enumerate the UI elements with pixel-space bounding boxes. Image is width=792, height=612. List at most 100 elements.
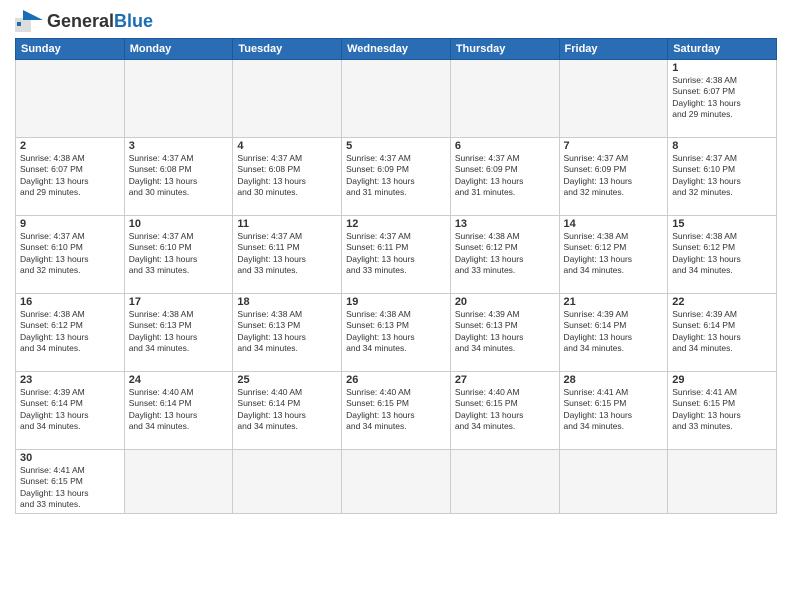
calendar-cell: 21Sunrise: 4:39 AMSunset: 6:14 PMDayligh…	[559, 294, 668, 372]
calendar-cell: 11Sunrise: 4:37 AMSunset: 6:11 PMDayligh…	[233, 216, 342, 294]
calendar-cell: 17Sunrise: 4:38 AMSunset: 6:13 PMDayligh…	[124, 294, 233, 372]
day-info: Sunrise: 4:37 AMSunset: 6:11 PMDaylight:…	[346, 231, 446, 277]
day-info: Sunrise: 4:37 AMSunset: 6:08 PMDaylight:…	[237, 153, 337, 199]
day-info: Sunrise: 4:38 AMSunset: 6:07 PMDaylight:…	[672, 75, 772, 121]
day-info: Sunrise: 4:38 AMSunset: 6:07 PMDaylight:…	[20, 153, 120, 199]
calendar-cell: 25Sunrise: 4:40 AMSunset: 6:14 PMDayligh…	[233, 372, 342, 450]
day-info: Sunrise: 4:38 AMSunset: 6:13 PMDaylight:…	[129, 309, 229, 355]
day-number: 7	[564, 140, 664, 152]
day-info: Sunrise: 4:40 AMSunset: 6:15 PMDaylight:…	[346, 387, 446, 433]
day-number: 5	[346, 140, 446, 152]
calendar-cell	[450, 60, 559, 138]
calendar-cell: 22Sunrise: 4:39 AMSunset: 6:14 PMDayligh…	[668, 294, 777, 372]
calendar-table: Sunday Monday Tuesday Wednesday Thursday…	[15, 38, 777, 514]
calendar-cell	[233, 60, 342, 138]
logo-blue: Blue	[114, 11, 153, 31]
logo: GeneralBlue	[15, 10, 153, 32]
day-number: 6	[455, 140, 555, 152]
day-info: Sunrise: 4:41 AMSunset: 6:15 PMDaylight:…	[564, 387, 664, 433]
calendar-row: 9Sunrise: 4:37 AMSunset: 6:10 PMDaylight…	[16, 216, 777, 294]
day-info: Sunrise: 4:39 AMSunset: 6:14 PMDaylight:…	[20, 387, 120, 433]
header-thursday: Thursday	[450, 39, 559, 60]
calendar-cell: 7Sunrise: 4:37 AMSunset: 6:09 PMDaylight…	[559, 138, 668, 216]
calendar-cell: 12Sunrise: 4:37 AMSunset: 6:11 PMDayligh…	[342, 216, 451, 294]
calendar-cell: 19Sunrise: 4:38 AMSunset: 6:13 PMDayligh…	[342, 294, 451, 372]
day-info: Sunrise: 4:38 AMSunset: 6:12 PMDaylight:…	[20, 309, 120, 355]
calendar-row: 2Sunrise: 4:38 AMSunset: 6:07 PMDaylight…	[16, 138, 777, 216]
day-number: 23	[20, 374, 120, 386]
day-number: 28	[564, 374, 664, 386]
header-saturday: Saturday	[668, 39, 777, 60]
day-number: 17	[129, 296, 229, 308]
generalblue-logo-icon	[15, 10, 43, 32]
calendar-cell	[559, 60, 668, 138]
calendar-cell	[450, 450, 559, 514]
day-number: 21	[564, 296, 664, 308]
day-info: Sunrise: 4:41 AMSunset: 6:15 PMDaylight:…	[672, 387, 772, 433]
calendar-cell	[342, 60, 451, 138]
day-info: Sunrise: 4:40 AMSunset: 6:14 PMDaylight:…	[129, 387, 229, 433]
calendar-cell: 16Sunrise: 4:38 AMSunset: 6:12 PMDayligh…	[16, 294, 125, 372]
day-info: Sunrise: 4:38 AMSunset: 6:12 PMDaylight:…	[564, 231, 664, 277]
calendar-cell	[124, 60, 233, 138]
calendar-cell: 6Sunrise: 4:37 AMSunset: 6:09 PMDaylight…	[450, 138, 559, 216]
calendar-cell: 9Sunrise: 4:37 AMSunset: 6:10 PMDaylight…	[16, 216, 125, 294]
day-number: 13	[455, 218, 555, 230]
day-info: Sunrise: 4:37 AMSunset: 6:10 PMDaylight:…	[20, 231, 120, 277]
day-number: 1	[672, 62, 772, 74]
day-info: Sunrise: 4:37 AMSunset: 6:09 PMDaylight:…	[455, 153, 555, 199]
calendar-cell	[16, 60, 125, 138]
day-info: Sunrise: 4:39 AMSunset: 6:14 PMDaylight:…	[672, 309, 772, 355]
header-monday: Monday	[124, 39, 233, 60]
calendar-cell: 2Sunrise: 4:38 AMSunset: 6:07 PMDaylight…	[16, 138, 125, 216]
calendar-cell: 1Sunrise: 4:38 AMSunset: 6:07 PMDaylight…	[668, 60, 777, 138]
day-info: Sunrise: 4:38 AMSunset: 6:12 PMDaylight:…	[672, 231, 772, 277]
header-friday: Friday	[559, 39, 668, 60]
header: GeneralBlue	[15, 10, 777, 32]
header-tuesday: Tuesday	[233, 39, 342, 60]
calendar-row: 16Sunrise: 4:38 AMSunset: 6:12 PMDayligh…	[16, 294, 777, 372]
logo-text: GeneralBlue	[47, 12, 153, 30]
calendar-cell: 27Sunrise: 4:40 AMSunset: 6:15 PMDayligh…	[450, 372, 559, 450]
day-number: 27	[455, 374, 555, 386]
calendar-row: 30Sunrise: 4:41 AMSunset: 6:15 PMDayligh…	[16, 450, 777, 514]
day-number: 18	[237, 296, 337, 308]
day-info: Sunrise: 4:37 AMSunset: 6:10 PMDaylight:…	[672, 153, 772, 199]
calendar-cell: 8Sunrise: 4:37 AMSunset: 6:10 PMDaylight…	[668, 138, 777, 216]
day-number: 3	[129, 140, 229, 152]
day-number: 11	[237, 218, 337, 230]
calendar-cell	[668, 450, 777, 514]
day-info: Sunrise: 4:37 AMSunset: 6:09 PMDaylight:…	[564, 153, 664, 199]
day-info: Sunrise: 4:41 AMSunset: 6:15 PMDaylight:…	[20, 465, 120, 511]
calendar-cell: 14Sunrise: 4:38 AMSunset: 6:12 PMDayligh…	[559, 216, 668, 294]
weekday-header-row: Sunday Monday Tuesday Wednesday Thursday…	[16, 39, 777, 60]
day-number: 29	[672, 374, 772, 386]
day-info: Sunrise: 4:38 AMSunset: 6:13 PMDaylight:…	[237, 309, 337, 355]
calendar-cell: 23Sunrise: 4:39 AMSunset: 6:14 PMDayligh…	[16, 372, 125, 450]
day-number: 8	[672, 140, 772, 152]
day-info: Sunrise: 4:37 AMSunset: 6:08 PMDaylight:…	[129, 153, 229, 199]
day-number: 24	[129, 374, 229, 386]
day-number: 20	[455, 296, 555, 308]
calendar-cell: 4Sunrise: 4:37 AMSunset: 6:08 PMDaylight…	[233, 138, 342, 216]
day-number: 9	[20, 218, 120, 230]
page: GeneralBlue Sunday Monday Tuesday Wednes…	[0, 0, 792, 524]
calendar-cell: 5Sunrise: 4:37 AMSunset: 6:09 PMDaylight…	[342, 138, 451, 216]
calendar-cell: 30Sunrise: 4:41 AMSunset: 6:15 PMDayligh…	[16, 450, 125, 514]
header-sunday: Sunday	[16, 39, 125, 60]
day-info: Sunrise: 4:37 AMSunset: 6:11 PMDaylight:…	[237, 231, 337, 277]
calendar-row: 23Sunrise: 4:39 AMSunset: 6:14 PMDayligh…	[16, 372, 777, 450]
day-info: Sunrise: 4:39 AMSunset: 6:14 PMDaylight:…	[564, 309, 664, 355]
calendar-cell: 20Sunrise: 4:39 AMSunset: 6:13 PMDayligh…	[450, 294, 559, 372]
day-number: 15	[672, 218, 772, 230]
day-number: 14	[564, 218, 664, 230]
day-number: 19	[346, 296, 446, 308]
calendar-cell: 29Sunrise: 4:41 AMSunset: 6:15 PMDayligh…	[668, 372, 777, 450]
calendar-cell: 26Sunrise: 4:40 AMSunset: 6:15 PMDayligh…	[342, 372, 451, 450]
day-info: Sunrise: 4:40 AMSunset: 6:14 PMDaylight:…	[237, 387, 337, 433]
calendar-cell	[124, 450, 233, 514]
calendar-cell: 18Sunrise: 4:38 AMSunset: 6:13 PMDayligh…	[233, 294, 342, 372]
calendar-cell: 13Sunrise: 4:38 AMSunset: 6:12 PMDayligh…	[450, 216, 559, 294]
calendar-cell	[342, 450, 451, 514]
day-number: 26	[346, 374, 446, 386]
